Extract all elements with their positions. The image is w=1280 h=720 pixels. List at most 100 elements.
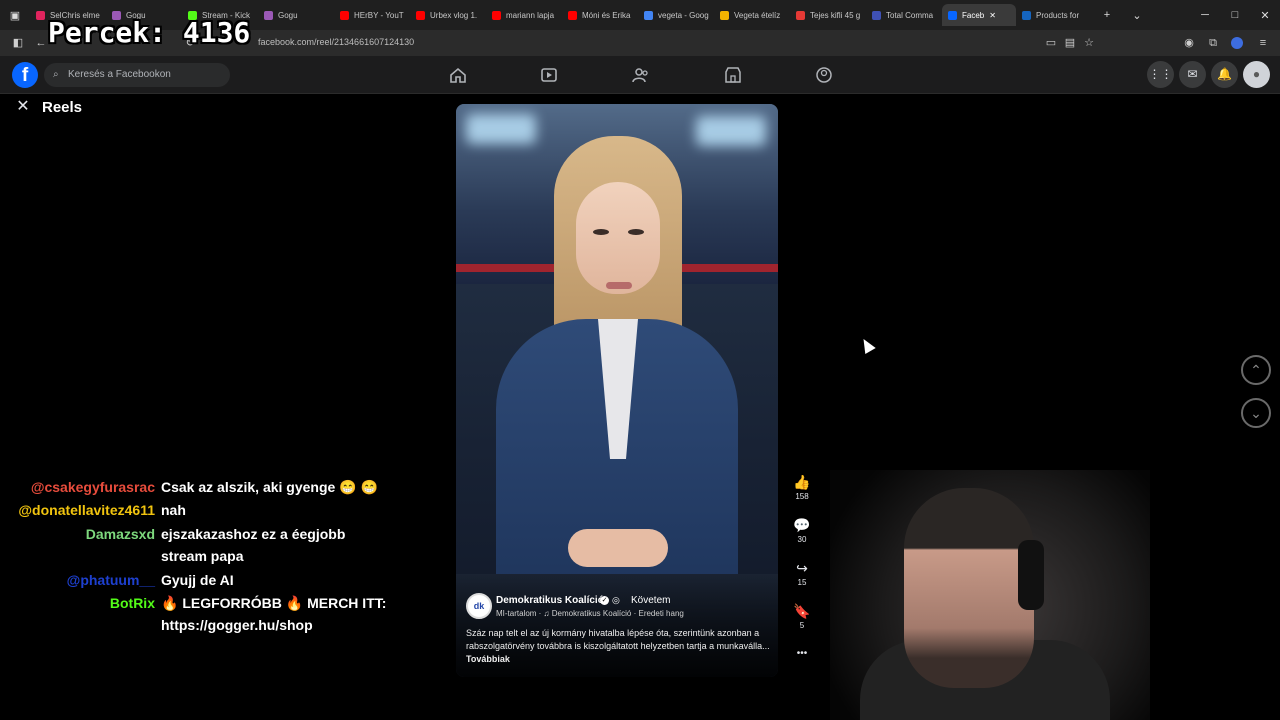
- sidebar-icon[interactable]: ◧: [11, 36, 25, 50]
- description-text: Száz nap telt el az új kormány hivatalba…: [466, 628, 770, 651]
- see-more-link[interactable]: Továbbiak: [466, 654, 510, 664]
- save-count: 5: [799, 621, 805, 630]
- tab-label: vegeta - Goog: [658, 10, 709, 20]
- tab-favicon-icon: [416, 10, 425, 20]
- tab-label: Faceb: [962, 10, 985, 20]
- tab-favicon-icon: [872, 10, 881, 20]
- like-button[interactable]: 👍 158: [790, 474, 814, 501]
- browser-tab[interactable]: Products for: [1016, 4, 1092, 26]
- browser-menu-icon[interactable]: ≡: [1256, 36, 1270, 50]
- search-icon: ⌕: [53, 69, 59, 80]
- browser-tab[interactable]: mariann lapja: [486, 4, 562, 26]
- tab-favicon-icon: [644, 10, 653, 20]
- streamer-head: [904, 488, 1034, 688]
- tab-actions-icon[interactable]: ▣: [0, 9, 30, 22]
- tab-list-chevron-icon[interactable]: ⌄: [1122, 9, 1152, 22]
- back-icon[interactable]: ←: [34, 36, 48, 50]
- tab-favicon-icon: [568, 10, 577, 20]
- globe-icon: ◎: [612, 595, 620, 605]
- notifications-icon[interactable]: 🔔: [1211, 61, 1238, 88]
- menu-grid-icon[interactable]: ⋮⋮: [1147, 61, 1174, 88]
- tab-label: HErBY - YouT: [354, 10, 404, 20]
- close-window-button[interactable]: ✕: [1250, 9, 1280, 22]
- bookmark-star-icon[interactable]: ☆: [1082, 36, 1096, 50]
- tab-label: Urbex vlog 1.: [430, 10, 478, 20]
- close-tab-icon[interactable]: ✕: [989, 11, 996, 20]
- tab-label: mariann lapja: [506, 10, 555, 20]
- chat-message: https://gogger.hu/shop: [161, 617, 313, 633]
- chat-message: nah: [161, 502, 186, 518]
- tab-label: Vegeta ételíz: [734, 10, 781, 20]
- follow-button[interactable]: Követem: [631, 595, 670, 606]
- friends-icon[interactable]: [632, 67, 650, 83]
- tab-label: Móni és Erika: [582, 10, 631, 20]
- tab-label: Gogu: [278, 10, 298, 20]
- groups-icon[interactable]: [815, 67, 833, 83]
- extension-icon[interactable]: ▤: [1063, 36, 1077, 50]
- home-icon[interactable]: [449, 67, 467, 83]
- facebook-logo[interactable]: f: [12, 62, 38, 88]
- presenter-eye: [628, 229, 644, 235]
- url-field[interactable]: facebook.com/reel/2134661607124130: [258, 37, 414, 47]
- tab-label: Products for: [1036, 10, 1080, 20]
- browser-tab[interactable]: vegeta - Goog: [638, 4, 714, 26]
- chat-message: Gyujj de AI: [161, 572, 234, 588]
- comment-button[interactable]: 💬 30: [790, 517, 814, 544]
- more-icon: •••: [796, 648, 808, 659]
- browser-tab[interactable]: Faceb ✕: [942, 4, 1016, 26]
- channel-name[interactable]: Demokratikus Koalíció: [496, 595, 604, 606]
- tab-label: Tejes kifli 45 g: [810, 10, 861, 20]
- account-icon[interactable]: ◉: [1182, 36, 1196, 50]
- minimize-button[interactable]: ─: [1190, 9, 1220, 21]
- next-reel-button[interactable]: ⌄: [1241, 398, 1271, 428]
- marketplace-icon[interactable]: [724, 67, 742, 83]
- maximize-button[interactable]: □: [1220, 9, 1250, 21]
- share-button[interactable]: ↪ 15: [790, 560, 814, 587]
- studio-light: [466, 114, 536, 144]
- browser-tab[interactable]: Total Comma: [866, 4, 942, 26]
- channel-avatar[interactable]: dk: [466, 593, 492, 619]
- presenter-eye: [593, 229, 609, 235]
- chat-username: Damazsxd: [85, 526, 155, 542]
- verified-badge-icon: ✓: [600, 596, 609, 605]
- tab-favicon-icon: [340, 10, 349, 20]
- profile-icon[interactable]: [1231, 37, 1243, 49]
- mouse-cursor-icon: [858, 335, 876, 355]
- browser-tab[interactable]: Vegeta ételíz: [714, 4, 790, 26]
- close-reels-icon[interactable]: ✕: [13, 97, 33, 117]
- video-icon[interactable]: [540, 67, 558, 83]
- save-icon: 🔖: [793, 603, 811, 619]
- messenger-icon[interactable]: ✉: [1179, 61, 1206, 88]
- presenter-hands: [568, 529, 668, 567]
- tab-favicon-icon: [36, 10, 45, 20]
- reel-subline: MI-tartalom · ♫ Demokratikus Koalíció · …: [496, 609, 684, 618]
- chat-username: @csakegyfurasrac: [30, 479, 155, 495]
- save-button[interactable]: 🔖 5: [790, 603, 814, 630]
- browser-tab[interactable]: Tejes kifli 45 g: [790, 4, 866, 26]
- like-count: 158: [795, 492, 809, 501]
- search-placeholder: Keresés a Facebookon: [68, 69, 171, 80]
- more-options-button[interactable]: •••: [790, 648, 814, 666]
- extensions-puzzle-icon[interactable]: ⧉: [1206, 36, 1220, 50]
- browser-tab[interactable]: Urbex vlog 1.: [410, 4, 486, 26]
- new-tab-button[interactable]: +: [1092, 9, 1122, 21]
- screen-share-icon[interactable]: ▭: [1044, 36, 1058, 50]
- headset-icon: [1018, 540, 1044, 610]
- facebook-header: f ⌕ Keresés a Facebookon ⋮⋮ ✉ 🔔 ●: [0, 56, 1280, 94]
- tab-favicon-icon: [720, 10, 729, 20]
- tab-favicon-icon: [1022, 10, 1031, 20]
- browser-tab[interactable]: HErBY - YouT: [334, 4, 410, 26]
- browser-tab[interactable]: Móni és Erika: [562, 4, 638, 26]
- previous-reel-button[interactable]: ⌃: [1241, 355, 1271, 385]
- presenter-face: [576, 182, 660, 294]
- profile-avatar[interactable]: ●: [1243, 61, 1270, 88]
- chat-message: stream papa: [161, 548, 244, 564]
- browser-tab[interactable]: Gogu: [258, 4, 334, 26]
- search-input[interactable]: ⌕ Keresés a Facebookon: [44, 63, 230, 87]
- chat-username: @phatuum__: [66, 572, 155, 588]
- chat-message: 🔥 LEGFORRÓBB 🔥 MERCH ITT:: [161, 595, 387, 611]
- share-count: 15: [797, 578, 807, 587]
- chat-message: Csak az alszik, aki gyenge 😁 😁: [161, 479, 378, 495]
- reel-video[interactable]: [456, 104, 778, 677]
- like-icon: 👍: [793, 474, 811, 490]
